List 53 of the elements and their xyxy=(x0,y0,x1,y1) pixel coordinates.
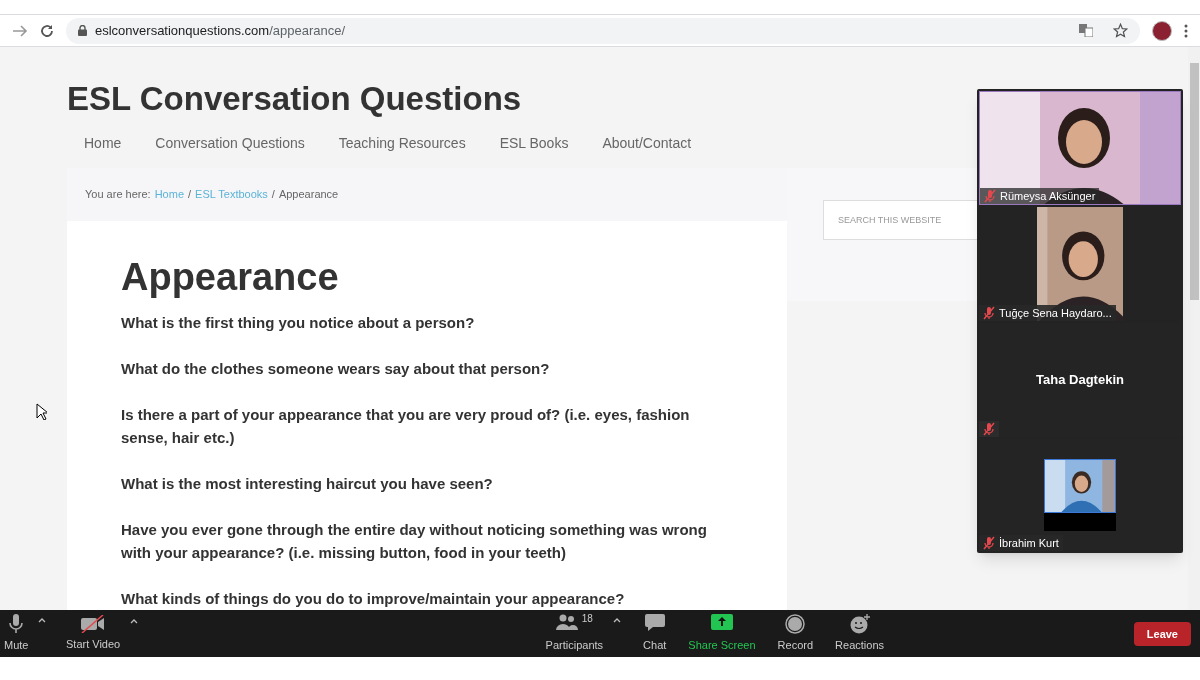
participant-name: Rümeysa Aksünger xyxy=(1000,188,1096,204)
site-title[interactable]: ESL Conversation Questions xyxy=(67,74,522,124)
url-text: eslconversationquestions.com/appearance/ xyxy=(95,21,346,40)
question-text: What kinds of things do you do to improve/maintain your appearance? xyxy=(121,589,626,609)
smiley-icon xyxy=(849,613,870,634)
article-heading: Appearance xyxy=(121,255,340,299)
forward-arrow-icon[interactable] xyxy=(12,23,28,38)
record-button[interactable]: Record xyxy=(777,613,814,654)
start-video-button[interactable]: Start Video xyxy=(66,614,121,653)
address-bar[interactable]: eslconversationquestions.com/appearance/ xyxy=(66,17,1140,44)
caret-icon[interactable] xyxy=(613,617,622,623)
microphone-icon xyxy=(9,613,24,634)
question-text: Have you ever gone through the entire day without noticing something was wrong with your appearance? (i.e. missing button, food in your teeth) xyxy=(121,520,707,563)
search-field[interactable]: SEARCH THIS WEBSITE xyxy=(823,200,977,240)
question-text: What is the most interesting haircut you have seen? xyxy=(121,474,494,494)
nav-link[interactable]: Conversation Questions xyxy=(138,133,322,154)
question-text: What do the clothes someone wears say about that person? xyxy=(121,359,551,379)
reload-icon[interactable] xyxy=(40,23,54,38)
nav-link[interactable]: About/Contact xyxy=(585,133,709,154)
question-text: Is there a part of your appearance that you are very proud of? (i.e. eyes, fashion sense, hair etc.) xyxy=(121,405,691,448)
nav-link[interactable]: Home xyxy=(67,133,139,154)
participant-count: 18 xyxy=(581,613,593,624)
video-letterbox xyxy=(1044,513,1116,531)
leave-button[interactable]: Leave xyxy=(1133,622,1191,646)
reactions-button[interactable]: Reactions xyxy=(835,613,884,654)
nav-link[interactable]: ESL Books xyxy=(482,133,586,154)
question-text: What is the first thing you notice about a person? xyxy=(121,313,476,333)
star-icon[interactable] xyxy=(1113,23,1128,38)
scrollbar-thumb[interactable] xyxy=(1189,63,1199,300)
participant-name: Taha Dagtekin xyxy=(1036,371,1124,390)
participants-icon xyxy=(555,613,578,630)
participants-button[interactable]: 18 Participants xyxy=(545,613,604,654)
chat-button[interactable]: Chat xyxy=(643,613,667,654)
breadcrumb-label: You are here: xyxy=(85,187,151,203)
translate-icon[interactable] xyxy=(1079,24,1093,37)
breadcrumb-current: Appearance xyxy=(278,187,339,203)
participant-name: İbrahim Kurt xyxy=(999,535,1059,551)
share-button[interactable]: Share Screen xyxy=(688,613,756,654)
mute-button[interactable]: Mute xyxy=(4,613,29,654)
participant-name: Tuğçe Sena Haydaro... xyxy=(999,305,1112,321)
record-icon xyxy=(785,613,806,634)
menu-icon[interactable] xyxy=(1184,23,1188,38)
breadcrumb-separator: / xyxy=(188,187,192,203)
nav-link[interactable]: Teaching Resources xyxy=(321,133,483,154)
lock-icon xyxy=(78,25,87,36)
caret-icon[interactable] xyxy=(130,618,139,624)
share-screen-icon xyxy=(710,613,733,630)
chat-icon xyxy=(644,613,665,632)
mouse-cursor-icon xyxy=(36,403,47,420)
caret-icon[interactable] xyxy=(38,617,47,623)
video-off-icon xyxy=(81,614,106,633)
profile-avatar[interactable] xyxy=(1152,20,1172,41)
breadcrumb-separator: / xyxy=(271,187,275,203)
